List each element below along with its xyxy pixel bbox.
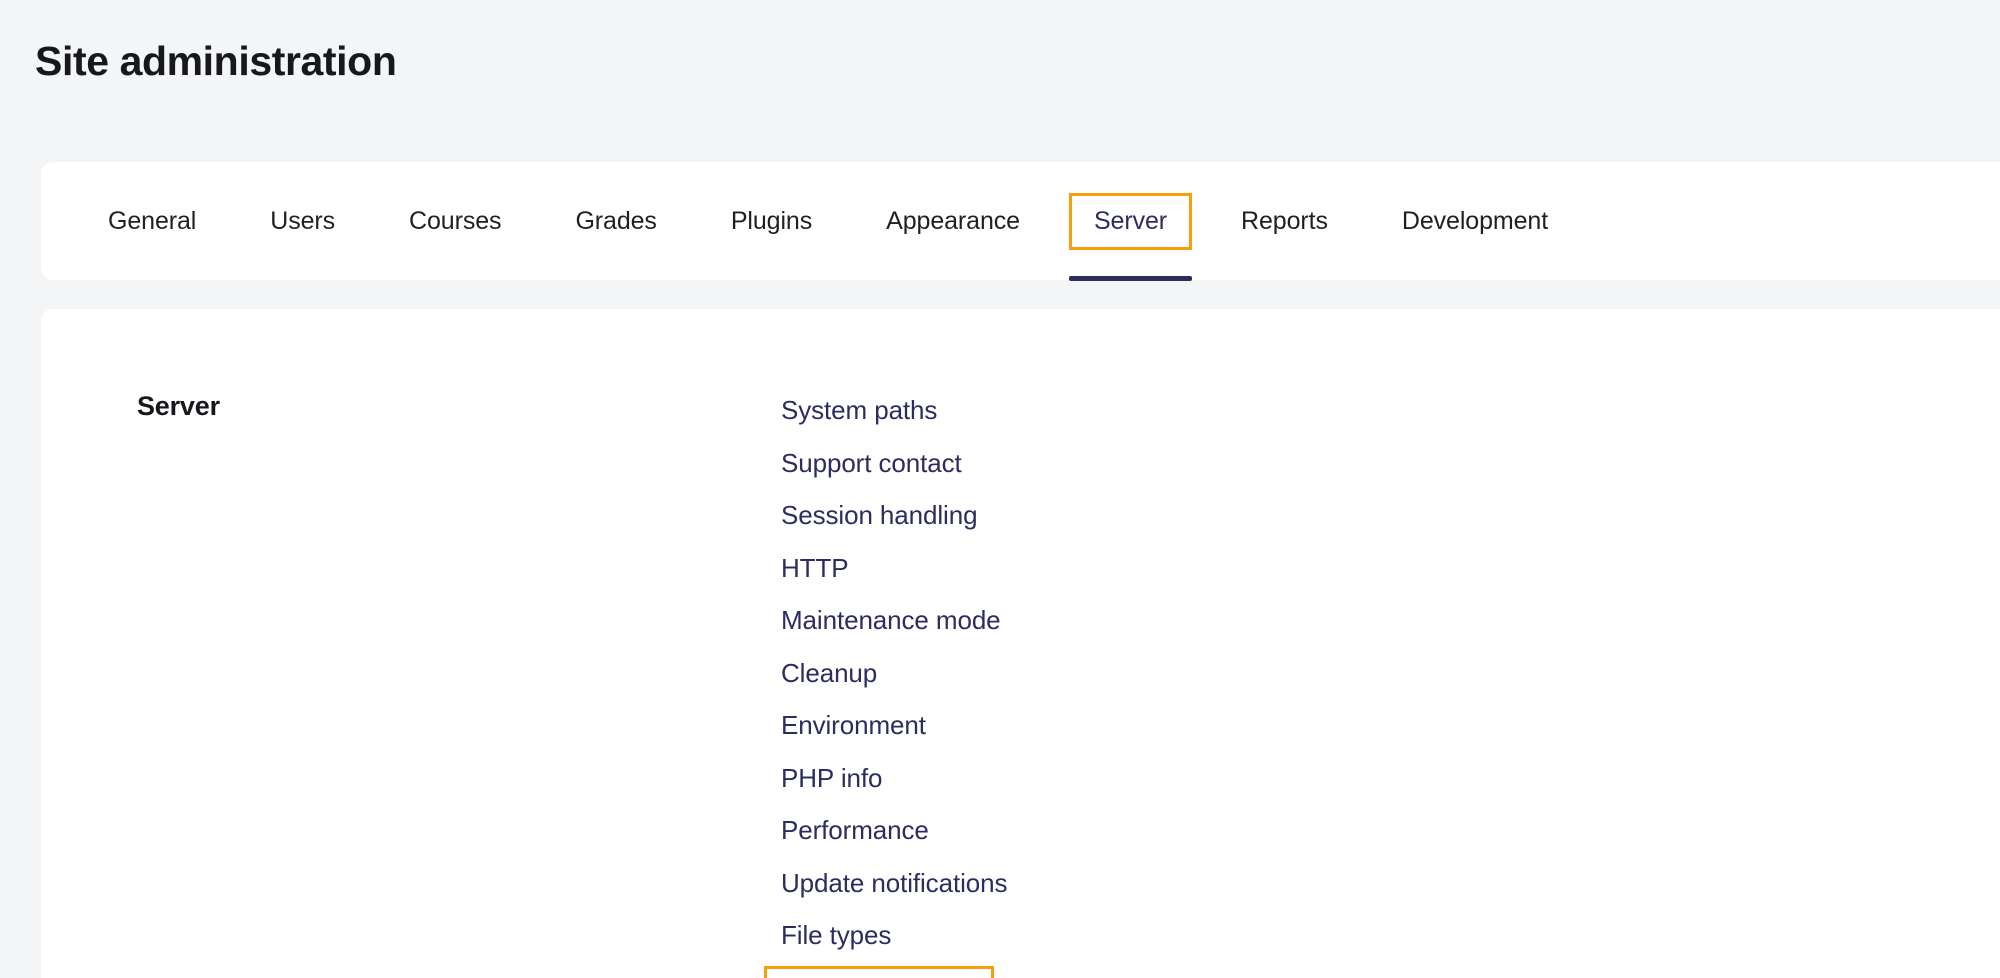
- tab-server[interactable]: Server: [1068, 192, 1193, 281]
- settings-link-update-notifications[interactable]: Update notifications: [764, 857, 1024, 910]
- settings-link-support-contact[interactable]: Support contact: [764, 437, 979, 490]
- list-item: Update notifications: [778, 857, 1024, 910]
- settings-link-session-handling[interactable]: Session handling: [764, 489, 994, 542]
- server-settings-link-list: System paths Support contact Session handl…: [764, 384, 1024, 978]
- settings-link-system-paths[interactable]: System paths: [764, 384, 954, 437]
- settings-content-card: Server System paths Support contact Sessio…: [41, 309, 2000, 978]
- list-item: PHP info: [778, 752, 1024, 805]
- page-title: Site administration: [35, 38, 397, 84]
- tab-courses[interactable]: Courses: [384, 193, 526, 250]
- settings-link-oauth-2-services[interactable]: OAuth 2 services: [764, 965, 995, 978]
- section-heading-server: Server: [137, 391, 220, 421]
- list-item: Environment: [778, 699, 1024, 752]
- settings-link-maintenance-mode[interactable]: Maintenance mode: [764, 594, 1018, 647]
- settings-link-performance[interactable]: Performance: [764, 804, 946, 857]
- list-item: Cleanup: [778, 647, 1024, 700]
- tab-plugins[interactable]: Plugins: [706, 193, 837, 250]
- tab-general[interactable]: General: [83, 193, 221, 250]
- list-item: Session handling: [778, 489, 1024, 542]
- list-item: System paths: [778, 384, 1024, 437]
- tab-bar-card: General Users Courses Grades Plugins Appearan…: [41, 162, 2000, 281]
- tab-reports[interactable]: Reports: [1216, 193, 1353, 250]
- settings-link-cleanup[interactable]: Cleanup: [764, 647, 894, 700]
- list-item: HTTP: [778, 542, 1024, 595]
- list-item: Support contact: [778, 437, 1024, 490]
- list-item: Performance: [778, 804, 1024, 857]
- list-item: OAuth 2 services: [764, 962, 1024, 978]
- tab-users[interactable]: Users: [245, 193, 360, 250]
- admin-tab-bar: General Users Courses Grades Plugins Appearan…: [41, 162, 1585, 281]
- settings-link-php-info[interactable]: PHP info: [764, 752, 899, 805]
- site-administration-page: Site administration General Users Courses G…: [0, 0, 2000, 978]
- tab-development[interactable]: Development: [1377, 193, 1573, 250]
- tab-grades[interactable]: Grades: [550, 193, 681, 250]
- list-item: File types: [778, 909, 1024, 962]
- settings-link-http[interactable]: HTTP: [764, 542, 865, 595]
- list-item: Maintenance mode: [778, 594, 1024, 647]
- settings-link-file-types[interactable]: File types: [764, 909, 908, 962]
- settings-link-environment[interactable]: Environment: [764, 699, 943, 752]
- tab-appearance[interactable]: Appearance: [861, 193, 1045, 250]
